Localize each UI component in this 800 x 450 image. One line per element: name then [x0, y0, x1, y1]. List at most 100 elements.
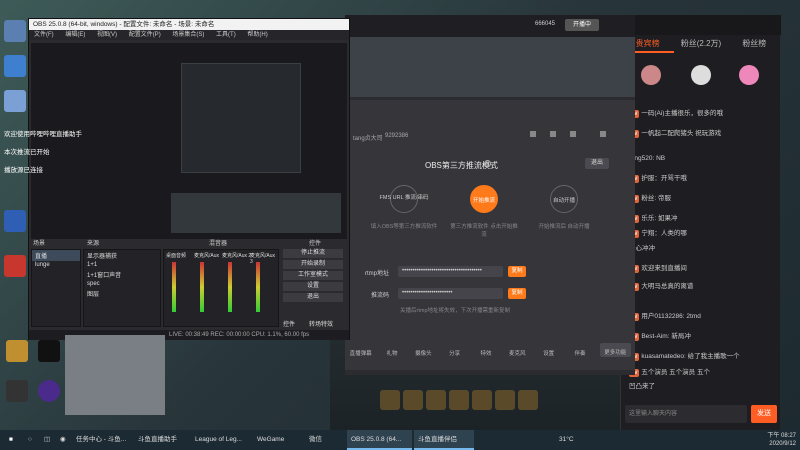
- taskbar-item[interactable]: 微信: [305, 430, 345, 450]
- bell-icon[interactable]: [600, 131, 606, 137]
- home-icon[interactable]: [530, 131, 536, 137]
- weather-temp[interactable]: 31°C: [555, 430, 595, 450]
- stop-streaming-button[interactable]: 停止推流: [283, 249, 343, 258]
- taskbar-item[interactable]: 斗鱼直播助手: [134, 430, 189, 450]
- chat-message: Lv一码(Ai)主播很乐，很多的哦: [629, 110, 777, 118]
- overlay-notifications: 欢迎使用哔哩哔哩直播助手 本次推流已开始 播放源已连接: [4, 126, 104, 180]
- menu-scene-collection[interactable]: 场景集合(S): [172, 32, 204, 38]
- taskbar-item[interactable]: League of Leg...: [191, 430, 251, 450]
- tool-camera[interactable]: 摄像头: [408, 335, 439, 365]
- mixer-channel: 桌面音频: [166, 253, 187, 259]
- room-id: 9292386: [385, 133, 409, 139]
- windows-start-icon[interactable]: ■: [0, 430, 22, 450]
- mixer-channel: 麦克风/Aux 2: [222, 253, 252, 259]
- recycle-bin-icon[interactable]: [4, 55, 26, 77]
- help-icon[interactable]: ?: [484, 160, 491, 167]
- exit-button[interactable]: 退出: [585, 158, 609, 169]
- system-clock[interactable]: 下午 08:27 2020/9/12: [767, 432, 796, 448]
- chat-message: Lv宁翔：人类的哪: [629, 230, 777, 238]
- search-icon[interactable]: ○: [24, 430, 38, 450]
- gift-item[interactable]: [449, 390, 469, 410]
- copy-rtmp-button[interactable]: 复制: [508, 266, 526, 277]
- exit-button[interactable]: 退出: [283, 293, 343, 302]
- game-icon[interactable]: [6, 340, 28, 362]
- settings-icon[interactable]: [570, 131, 576, 137]
- source-item[interactable]: 1+1: [84, 261, 160, 269]
- scene-item[interactable]: 直播: [32, 250, 80, 261]
- mixer-dock: 桌面音频 麦克风/Aux 麦克风/Aux 2 麦克风/Aux 3: [163, 249, 279, 327]
- chat-message: Lv用户01132286: 2tmd: [629, 313, 777, 321]
- copy-code-button[interactable]: 复制: [508, 288, 526, 299]
- scenes-dock-title: 场景: [33, 241, 46, 247]
- gift-item[interactable]: [495, 390, 515, 410]
- taskbar: ■ ○ ◫ ◉ 任务中心 - 斗鱼... 斗鱼直播助手 League of Le…: [0, 430, 800, 450]
- live-status-button[interactable]: 开播中: [565, 19, 599, 31]
- rtmp-label: rtmp地址: [365, 271, 390, 277]
- avatar[interactable]: [691, 65, 711, 85]
- step-3-caption: 开始推流后 自动开播: [538, 224, 590, 230]
- tab-controls[interactable]: 控件: [283, 319, 295, 328]
- source-item[interactable]: 1+1窗口声音: [84, 269, 160, 280]
- gift-icon[interactable]: [550, 131, 556, 137]
- tool-settings[interactable]: 设置: [533, 335, 564, 365]
- browser-icon[interactable]: ◉: [56, 430, 70, 450]
- menu-view[interactable]: 视图(V): [97, 32, 117, 38]
- settings-button[interactable]: 设置: [283, 282, 343, 291]
- tab-fans[interactable]: 粉丝(2.2万): [674, 35, 727, 53]
- taskbar-item[interactable]: 斗鱼直播伴侣: [414, 430, 474, 450]
- gift-item[interactable]: [403, 390, 423, 410]
- doc-icon[interactable]: [4, 210, 26, 232]
- source-item[interactable]: spec: [84, 280, 160, 288]
- computer-icon[interactable]: [4, 90, 26, 112]
- more-button[interactable]: 更多功能: [599, 343, 631, 357]
- avatar[interactable]: [641, 65, 661, 85]
- tool-music[interactable]: 伴奏: [564, 335, 595, 365]
- mixer-channel: 麦克风/Aux 3: [250, 253, 276, 265]
- rtmp-field[interactable]: ••••••••••••••••••••••••••••••••••••••: [398, 266, 503, 277]
- chat-message: 凹凸来了: [629, 383, 655, 390]
- tool-gift[interactable]: 礼物: [376, 335, 407, 365]
- chat-message: Lv五个演员 五个演员 五个: [629, 369, 777, 377]
- gift-item[interactable]: [426, 390, 446, 410]
- tool-mic[interactable]: 麦克风: [502, 335, 533, 365]
- origin-icon[interactable]: [38, 380, 60, 402]
- menu-edit[interactable]: 编辑(E): [65, 32, 85, 38]
- epic-icon[interactable]: [38, 340, 60, 362]
- gift-item[interactable]: [380, 390, 400, 410]
- taskbar-item[interactable]: OBS 25.0.8 (64...: [347, 430, 412, 450]
- audio-meter: [256, 262, 260, 312]
- start-recording-button[interactable]: 开始录制: [283, 260, 343, 269]
- studio-mode-button[interactable]: 工作室模式: [283, 271, 343, 280]
- scene-item[interactable]: lunge: [32, 261, 80, 269]
- tool-effects[interactable]: 特效: [470, 335, 501, 365]
- gift-item[interactable]: [518, 390, 538, 410]
- obs-menu-bar: 文件(F) 编辑(E) 视图(V) 配置文件(P) 场景集合(S) 工具(T) …: [29, 30, 349, 40]
- tab-fan-rank[interactable]: 粉丝榜: [728, 35, 781, 53]
- menu-help[interactable]: 帮助(H): [247, 32, 267, 38]
- folder-icon[interactable]: [4, 20, 26, 42]
- taskbar-item[interactable]: WeGame: [253, 430, 303, 450]
- tab-transitions[interactable]: 转场特效: [309, 319, 333, 328]
- chat-input[interactable]: 这里输入聊天内容: [625, 405, 747, 423]
- douyu-toolbar: 直播弹幕 礼物 摄像头 分享 特效 麦克风 设置 伴奏 更多功能: [345, 335, 635, 365]
- taskbar-item[interactable]: 任务中心 - 斗鱼...: [72, 430, 132, 450]
- app-icon[interactable]: [6, 380, 28, 402]
- source-item[interactable]: 图层: [84, 288, 160, 299]
- send-button[interactable]: 发送: [751, 405, 777, 423]
- avatar[interactable]: [739, 65, 759, 85]
- menu-tools[interactable]: 工具(T): [216, 32, 236, 38]
- gift-item[interactable]: [472, 390, 492, 410]
- stream-code-field[interactable]: ••••••••••••••••••••••••: [398, 288, 503, 299]
- step-2-caption: 第三方推流软件 点击开始推流: [450, 224, 518, 238]
- step-2-label: 开始推流: [472, 198, 495, 204]
- source-item[interactable]: 显示器捕获: [84, 250, 160, 261]
- douyu-topbar: 666045 开播中: [345, 15, 635, 37]
- menu-file[interactable]: 文件(F): [34, 32, 54, 38]
- menu-profile[interactable]: 配置文件(P): [129, 32, 161, 38]
- notification-line: 播放源已连接: [4, 167, 43, 174]
- douyu-companion-window: 666045 开播中 tang贞大司 9292386 OBS第三方推流模式 ? …: [345, 15, 635, 375]
- sources-dock: 显示器捕获 1+1 1+1窗口声音 spec 图层: [83, 249, 161, 327]
- tool-share[interactable]: 分享: [439, 335, 470, 365]
- task-view-icon[interactable]: ◫: [40, 430, 54, 450]
- apex-icon[interactable]: [4, 255, 26, 277]
